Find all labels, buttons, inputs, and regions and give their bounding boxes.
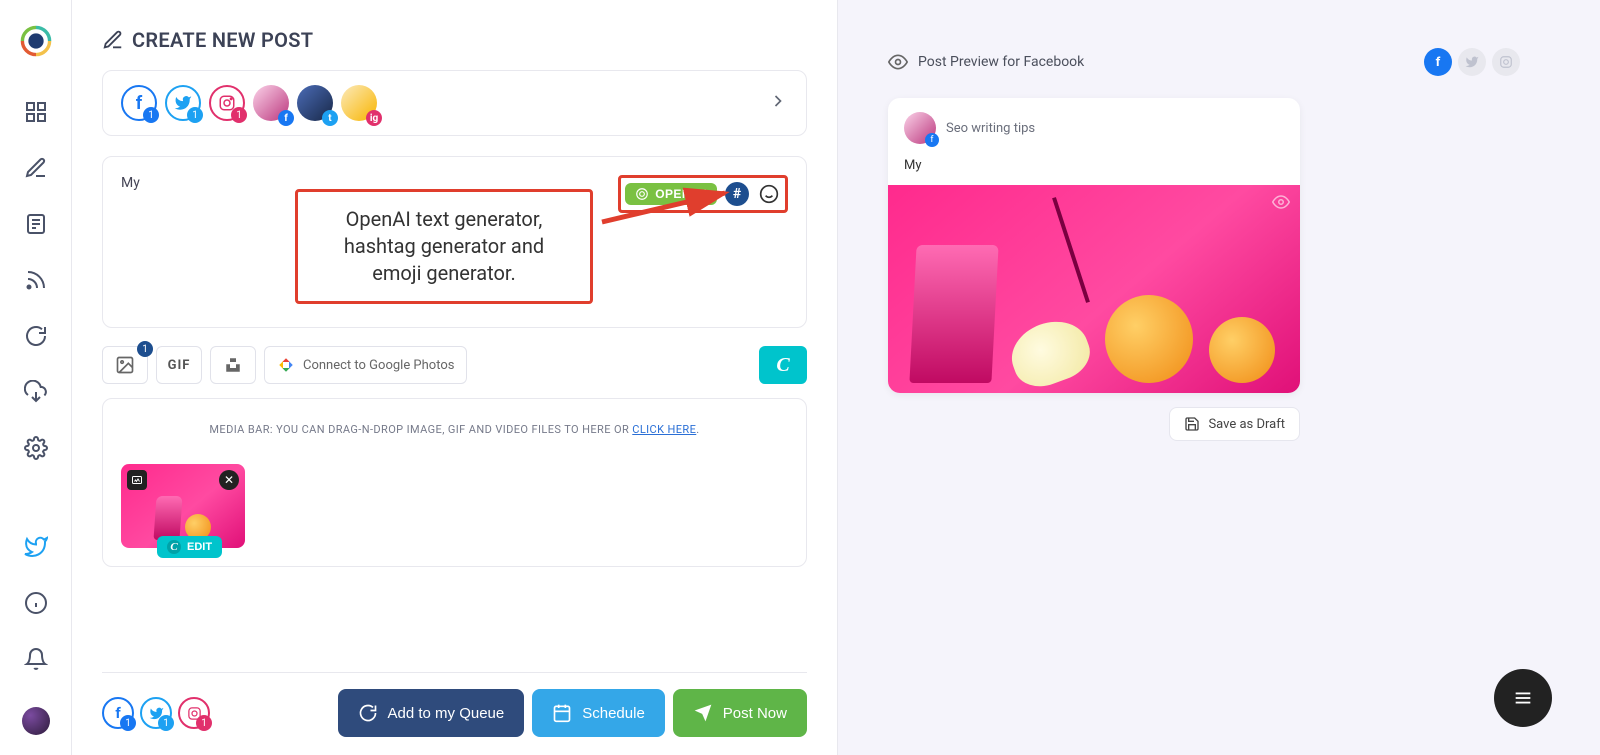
chevron-right-icon[interactable] bbox=[768, 91, 788, 115]
media-thumbnail[interactable]: ✕ CEDIT bbox=[121, 464, 245, 548]
add-to-queue-button[interactable]: Add to my Queue bbox=[338, 689, 525, 737]
account-instagram[interactable]: 1 bbox=[209, 85, 245, 121]
download-icon[interactable] bbox=[22, 378, 50, 406]
bell-icon[interactable] bbox=[22, 645, 50, 673]
preview-title: Post Preview for Facebook bbox=[918, 54, 1084, 70]
unsplash-button[interactable] bbox=[210, 346, 256, 384]
accounts-selector[interactable]: f1 1 1 f t ig bbox=[102, 70, 807, 136]
info-icon[interactable] bbox=[22, 589, 50, 617]
account-profile-2[interactable]: t bbox=[297, 85, 333, 121]
preview-body-text: My bbox=[888, 158, 1300, 185]
account-profile-3[interactable]: ig bbox=[341, 85, 377, 121]
media-bar: MEDIA BAR: YOU CAN DRAG-N-DROP IMAGE, GI… bbox=[102, 398, 807, 567]
recycle-icon[interactable] bbox=[22, 322, 50, 350]
footer-account-facebook[interactable]: f1 bbox=[102, 697, 134, 729]
preview-panel: Post Preview for Facebook f f Seo writin… bbox=[838, 0, 1600, 755]
preview-card: f Seo writing tips My bbox=[888, 98, 1300, 393]
emoji-button[interactable] bbox=[757, 182, 781, 206]
edit-icon bbox=[102, 29, 124, 51]
schedule-button[interactable]: Schedule bbox=[532, 689, 665, 737]
menu-fab[interactable] bbox=[1494, 669, 1552, 727]
image-upload-button[interactable]: 1 bbox=[102, 346, 148, 384]
eye-icon bbox=[888, 52, 908, 72]
canva-button[interactable]: C bbox=[759, 346, 807, 384]
google-photos-button[interactable]: Connect to Google Photos bbox=[264, 346, 467, 384]
page-title-text: CREATE NEW POST bbox=[132, 28, 313, 52]
edit-media-button[interactable]: CEDIT bbox=[157, 536, 222, 558]
dashboard-icon[interactable] bbox=[22, 98, 50, 126]
main-column: CREATE NEW POST f1 1 1 f t ig O bbox=[72, 0, 838, 755]
preview-account-name: Seo writing tips bbox=[946, 121, 1035, 136]
preview-avatar: f bbox=[904, 112, 936, 144]
twitter-icon[interactable] bbox=[22, 533, 50, 561]
post-now-button[interactable]: Post Now bbox=[673, 689, 807, 737]
annotation-callout: OpenAI text generator, hashtag generator… bbox=[295, 189, 593, 304]
page-title: CREATE NEW POST bbox=[102, 28, 807, 52]
compose-card: OPEN AI # OpenAI text generator, hashtag… bbox=[102, 156, 807, 328]
footer-account-twitter[interactable]: 1 bbox=[140, 697, 172, 729]
app-logo bbox=[19, 24, 53, 58]
sidebar bbox=[0, 0, 72, 755]
posts-icon[interactable] bbox=[22, 210, 50, 238]
gif-button[interactable]: GIF bbox=[156, 346, 202, 384]
rss-icon[interactable] bbox=[22, 266, 50, 294]
user-avatar[interactable] bbox=[22, 707, 50, 735]
annotation-arrow bbox=[597, 187, 737, 227]
media-bar-text: MEDIA BAR: YOU CAN DRAG-N-DROP IMAGE, GI… bbox=[121, 423, 788, 436]
account-twitter[interactable]: 1 bbox=[165, 85, 201, 121]
account-profile-1[interactable]: f bbox=[253, 85, 289, 121]
bottom-bar: f1 1 1 Add to my Queue Schedule Post Now bbox=[102, 672, 807, 755]
preview-network-twitter[interactable] bbox=[1458, 48, 1486, 76]
save-as-draft-button[interactable]: Save as Draft bbox=[1169, 407, 1300, 441]
preview-hide-icon[interactable] bbox=[1272, 193, 1290, 215]
preview-network-instagram[interactable] bbox=[1492, 48, 1520, 76]
preview-network-facebook[interactable]: f bbox=[1424, 48, 1452, 76]
footer-account-instagram[interactable]: 1 bbox=[178, 697, 210, 729]
click-here-link[interactable]: CLICK HERE bbox=[632, 423, 696, 436]
settings-icon[interactable] bbox=[22, 434, 50, 462]
preview-image bbox=[888, 185, 1300, 393]
media-tools-row: 1 GIF Connect to Google Photos C bbox=[102, 346, 807, 384]
account-facebook[interactable]: f1 bbox=[121, 85, 157, 121]
compose-icon[interactable] bbox=[22, 154, 50, 182]
